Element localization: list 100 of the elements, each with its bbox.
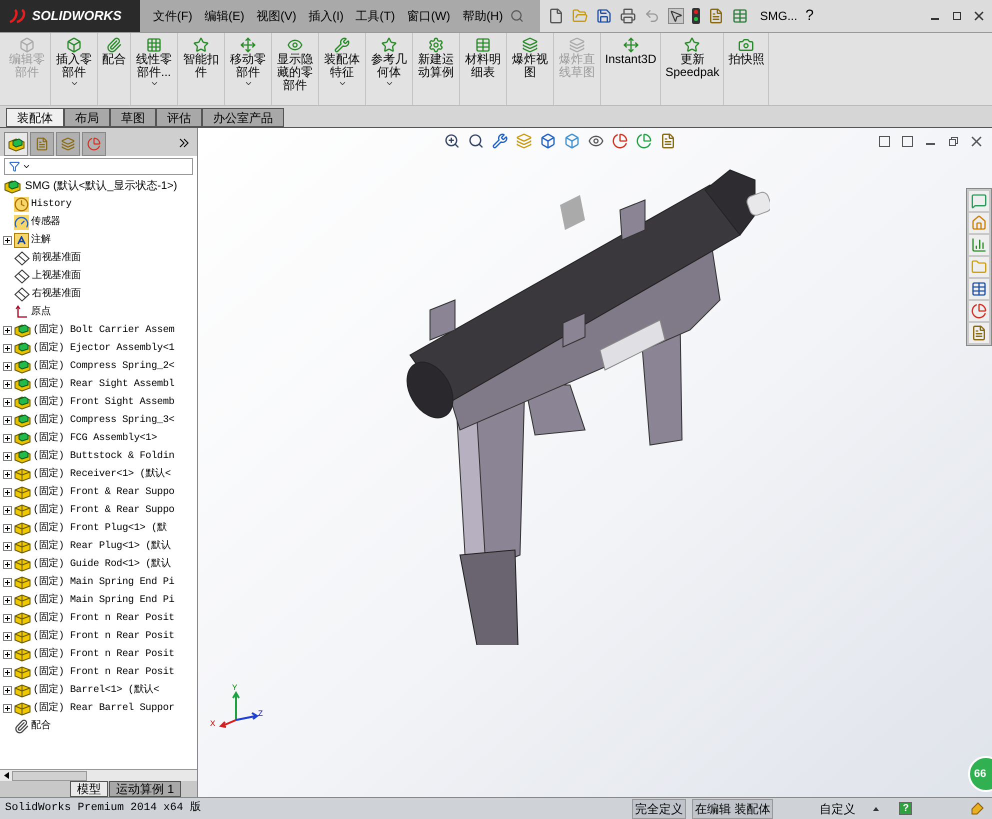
select-icon[interactable] — [668, 8, 684, 24]
expand-icon[interactable] — [3, 434, 12, 442]
ribbon-button[interactable]: 装配体特征 — [319, 33, 366, 105]
tree-item[interactable]: (固定) Front & Rear Suppo — [33, 502, 174, 518]
tree-item[interactable]: 前视基准面 — [32, 250, 82, 266]
tree-item[interactable]: 传感器 — [31, 214, 60, 230]
split-view-icon[interactable] — [902, 136, 913, 147]
ribbon-button[interactable]: 显示隐藏的零部件 — [272, 33, 319, 105]
tree-item[interactable]: (固定) Rear Plug<1> (默认 — [33, 538, 171, 554]
expand-icon[interactable] — [3, 506, 12, 514]
expand-panel-icon[interactable] — [179, 138, 189, 148]
expand-icon[interactable] — [3, 524, 12, 532]
ribbon-button[interactable]: 拍快照 — [724, 33, 770, 105]
ribbon-button[interactable]: 参考几何体 — [366, 33, 413, 105]
tree-item[interactable]: (固定) Guide Rod<1> (默认 — [33, 556, 171, 572]
expand-icon[interactable] — [3, 470, 12, 478]
command-tab[interactable]: 草图 — [110, 108, 156, 127]
tree-item[interactable]: (固定) FCG Assembly<1> — [33, 430, 158, 446]
expand-icon[interactable] — [3, 488, 12, 496]
caret-icon[interactable] — [244, 79, 252, 88]
tree-item[interactable]: 右视基准面 — [32, 286, 82, 302]
restore-icon[interactable] — [948, 136, 959, 147]
print-icon[interactable] — [620, 8, 636, 24]
search-icon[interactable] — [510, 9, 524, 23]
menu-item[interactable]: 工具(T) — [350, 7, 400, 25]
tree-item[interactable]: (固定) Front n Rear Posit — [33, 664, 174, 680]
ribbon-button[interactable]: 材料明细表 — [460, 33, 507, 105]
ribbon-button[interactable]: 爆炸视图 — [507, 33, 554, 105]
tree-item[interactable]: (固定) Ejector Assembly<1 — [33, 340, 174, 356]
ribbon-button[interactable]: 更新Speedpak — [661, 33, 724, 105]
new-file-icon[interactable] — [548, 8, 564, 24]
menu-item[interactable]: 插入(I) — [303, 7, 349, 25]
ribbon-button[interactable]: 线性零部件... — [131, 33, 178, 105]
tree-item[interactable]: (固定) Rear Barrel Suppor — [33, 700, 174, 716]
tree-item[interactable]: (固定) Bolt Carrier Assem — [33, 322, 174, 338]
tree-item[interactable]: (固定) Buttstock & Foldin — [33, 448, 174, 464]
ribbon-button[interactable]: 新建运动算例 — [413, 33, 460, 105]
units-dropdown[interactable]: 自定义 — [819, 800, 856, 818]
save-icon[interactable] — [596, 8, 612, 24]
command-tab[interactable]: 评估 — [156, 108, 202, 127]
expand-icon[interactable] — [3, 578, 12, 586]
expand-icon[interactable] — [3, 632, 12, 640]
expand-icon[interactable] — [3, 704, 12, 712]
expand-icon[interactable] — [3, 398, 12, 406]
tree-item[interactable]: History — [31, 196, 72, 212]
expand-icon[interactable] — [3, 542, 12, 550]
options-icon[interactable] — [708, 8, 724, 24]
tree-item[interactable]: (固定) Front Sight Assemb — [33, 394, 174, 410]
command-tab[interactable]: 装配体 — [6, 108, 64, 127]
expand-icon[interactable] — [3, 326, 12, 334]
zoom-to-fit-icon[interactable] — [444, 133, 460, 149]
menu-item[interactable]: 窗口(W) — [402, 7, 456, 25]
tag-icon[interactable] — [970, 802, 984, 816]
hide-show-icon[interactable] — [588, 133, 604, 149]
bottom-tab[interactable]: 运动算例 1 — [109, 781, 182, 797]
tree-item[interactable]: (固定) Front & Rear Suppo — [33, 484, 174, 500]
caret-icon[interactable] — [150, 79, 158, 88]
expand-icon[interactable] — [3, 362, 12, 370]
tree-item[interactable]: 原点 — [31, 304, 51, 320]
tree-item[interactable]: (固定) Compress Spring_2< — [33, 358, 174, 374]
ribbon-button[interactable]: 插入零部件 — [51, 33, 98, 105]
command-tab[interactable]: 办公室产品 — [202, 108, 284, 127]
split-view-icon[interactable] — [879, 136, 890, 147]
expand-icon[interactable] — [3, 380, 12, 388]
ribbon-button[interactable]: 配合 — [98, 33, 131, 105]
help-button[interactable]: ? — [805, 4, 814, 28]
scrollbar-thumb[interactable] — [12, 770, 87, 780]
tree-item[interactable]: (固定) Compress Spring_3< — [33, 412, 174, 428]
tree-item[interactable]: (固定) Main Spring End Pi — [33, 574, 174, 590]
tree-item[interactable]: (固定) Rear Sight Assembl — [33, 376, 174, 392]
caret-icon[interactable] — [873, 806, 880, 810]
menu-item[interactable]: 帮助(H) — [457, 7, 508, 25]
command-tab[interactable]: 布局 — [64, 108, 110, 127]
expand-icon[interactable] — [3, 596, 12, 604]
tree-item[interactable]: (固定) Front n Rear Posit — [33, 610, 174, 626]
tree-item[interactable]: (固定) Main Spring End Pi — [33, 592, 174, 608]
expand-icon[interactable] — [3, 614, 12, 622]
expand-icon[interactable] — [3, 650, 12, 658]
menu-item[interactable]: 编辑(E) — [199, 7, 250, 25]
menu-item[interactable]: 视图(V) — [251, 7, 302, 25]
close-icon[interactable] — [971, 136, 982, 147]
close-icon[interactable] — [974, 11, 984, 21]
tree-item[interactable]: (固定) Front n Rear Posit — [33, 628, 174, 644]
traffic-light-icon[interactable] — [692, 8, 700, 24]
tree-item[interactable]: (固定) Front n Rear Posit — [33, 646, 174, 662]
restore-icon[interactable] — [952, 11, 962, 21]
tree-item[interactable]: (固定) Barrel<1> (默认< — [33, 682, 160, 698]
ribbon-button[interactable]: 智能扣件 — [178, 33, 225, 105]
ribbon-button[interactable]: 移动零部件 — [225, 33, 272, 105]
bottom-tab[interactable]: 模型 — [70, 781, 108, 797]
expand-icon[interactable] — [3, 236, 12, 244]
caret-icon[interactable] — [384, 79, 394, 88]
expand-icon[interactable] — [3, 686, 12, 694]
zoom-area-icon[interactable] — [468, 133, 484, 149]
tree-item[interactable]: 配合 — [31, 718, 51, 734]
home-icon[interactable] — [969, 213, 989, 233]
expand-icon[interactable] — [3, 416, 12, 424]
list-icon[interactable] — [732, 8, 748, 24]
ribbon-button[interactable]: Instant3D — [601, 33, 662, 105]
caret-icon[interactable] — [70, 79, 78, 88]
